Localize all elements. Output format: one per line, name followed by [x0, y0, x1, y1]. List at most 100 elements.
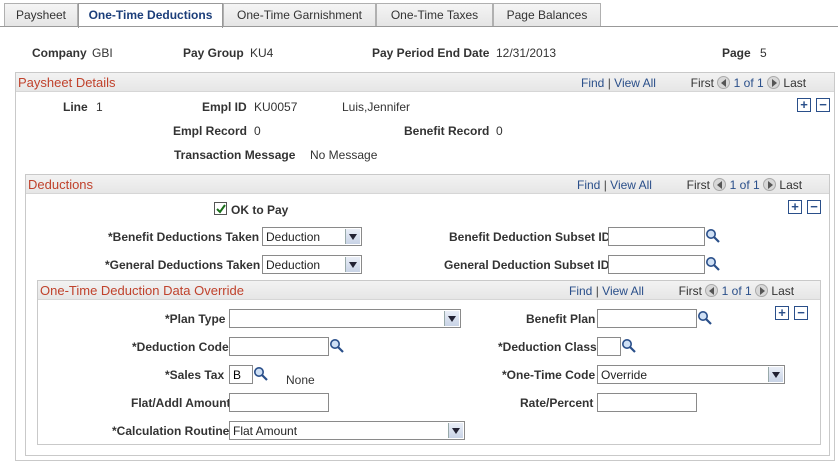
- search-icon[interactable]: [697, 310, 713, 326]
- delete-row-button[interactable]: −: [816, 98, 830, 112]
- last-label: Last: [771, 284, 795, 298]
- benefit-deductions-taken-select[interactable]: Deduction: [262, 227, 362, 246]
- chevron-down-icon: [768, 367, 783, 382]
- tab-paysheet[interactable]: Paysheet: [4, 3, 78, 27]
- deduction-code-input[interactable]: [229, 337, 329, 356]
- chevron-down-icon: [448, 423, 463, 438]
- tab-one-time-garnishment[interactable]: One-Time Garnishment: [223, 3, 376, 27]
- add-deduction-button[interactable]: +: [788, 200, 802, 214]
- search-icon[interactable]: [621, 338, 637, 354]
- general-deductions-taken-label: *General Deductions Taken: [105, 258, 261, 272]
- calculation-routine-label: *Calculation Routine: [112, 424, 230, 438]
- general-deductions-taken-select[interactable]: Deduction: [262, 255, 362, 274]
- override-title: One-Time Deduction Data Override: [40, 283, 244, 298]
- calculation-routine-select[interactable]: Flat Amount: [229, 421, 465, 440]
- transaction-message-value: No Message: [310, 148, 378, 162]
- row-counter: 1 of 1: [721, 284, 752, 298]
- benefit-deduction-subset-input[interactable]: [608, 227, 705, 246]
- previous-icon[interactable]: [717, 76, 731, 89]
- general-deduction-subset-label: General Deduction Subset ID: [444, 258, 610, 272]
- previous-icon[interactable]: [713, 178, 727, 191]
- empl-record-label: Empl Record: [173, 124, 248, 138]
- first-label: First: [686, 178, 710, 192]
- ok-to-pay-label: OK to Pay: [231, 203, 289, 217]
- next-icon[interactable]: [763, 178, 777, 191]
- override-header: One-Time Deduction Data Override Find | …: [38, 281, 820, 300]
- rate-percent-input[interactable]: [597, 393, 697, 412]
- deduction-class-input[interactable]: [597, 337, 621, 356]
- company-value: GBI: [92, 46, 113, 60]
- plan-type-label: *Plan Type: [165, 312, 226, 326]
- company-label: Company: [32, 46, 87, 60]
- delete-override-button[interactable]: −: [794, 306, 808, 320]
- transaction-message-label: Transaction Message: [174, 148, 296, 162]
- empl-id-label: Empl ID: [202, 100, 247, 114]
- override-nav: Find | View All First 1 of 1 Last: [569, 284, 795, 298]
- page-label: Page: [722, 46, 751, 60]
- flat-addl-amount-label: Flat/Addl Amount: [131, 396, 231, 410]
- empl-record-value: 0: [254, 124, 261, 138]
- first-label: First: [678, 284, 702, 298]
- deductions-title: Deductions: [28, 177, 94, 192]
- paysheet-details-title: Paysheet Details: [18, 75, 116, 90]
- ok-to-pay-checkbox[interactable]: [214, 202, 227, 215]
- benefit-record-value: 0: [496, 124, 503, 138]
- tab-page-balances[interactable]: Page Balances: [493, 3, 601, 27]
- deduction-class-label: *Deduction Class: [498, 340, 597, 354]
- search-icon[interactable]: [253, 366, 269, 382]
- deductions-header: Deductions Find | View All First 1 of 1 …: [26, 175, 829, 194]
- pay-period-end-value: 12/31/2013: [496, 46, 557, 60]
- benefit-plan-input[interactable]: [597, 309, 697, 328]
- benefit-record-label: Benefit Record: [404, 124, 490, 138]
- pay-period-end-label: Pay Period End Date: [372, 46, 490, 60]
- flat-addl-amount-input[interactable]: [229, 393, 329, 412]
- tab-one-time-deductions[interactable]: One-Time Deductions: [78, 3, 223, 28]
- search-icon[interactable]: [705, 228, 721, 244]
- add-row-button[interactable]: +: [797, 98, 811, 112]
- previous-icon[interactable]: [705, 284, 719, 297]
- benefit-deductions-taken-label: *Benefit Deductions Taken: [108, 230, 260, 244]
- tab-divider: [0, 26, 838, 27]
- row-counter: 1 of 1: [733, 76, 764, 90]
- pay-group-label: Pay Group: [183, 46, 244, 60]
- plan-type-select[interactable]: [229, 309, 461, 328]
- sales-tax-label: *Sales Tax: [165, 368, 225, 382]
- line-label: Line: [63, 100, 88, 114]
- search-icon[interactable]: [705, 256, 721, 272]
- view-all-link[interactable]: View All: [602, 284, 644, 298]
- next-icon[interactable]: [755, 284, 769, 297]
- one-time-code-label: *One-Time Code: [502, 368, 596, 382]
- chevron-down-icon: [444, 311, 459, 326]
- line-value: 1: [96, 100, 103, 114]
- search-icon[interactable]: [329, 338, 345, 354]
- last-label: Last: [779, 178, 803, 192]
- general-deduction-subset-input[interactable]: [608, 255, 705, 274]
- first-label: First: [690, 76, 714, 90]
- deductions-nav: Find | View All First 1 of 1 Last: [577, 178, 803, 192]
- find-link[interactable]: Find: [569, 284, 592, 298]
- delete-deduction-button[interactable]: −: [807, 200, 821, 214]
- sales-tax-input[interactable]: [229, 365, 253, 384]
- sales-tax-description: None: [286, 373, 315, 387]
- chevron-down-icon: [345, 257, 360, 272]
- find-link[interactable]: Find: [581, 76, 604, 90]
- next-icon[interactable]: [767, 76, 781, 89]
- add-override-button[interactable]: +: [775, 306, 789, 320]
- tab-one-time-taxes[interactable]: One-Time Taxes: [376, 3, 493, 27]
- paysheet-details-header: Paysheet Details Find | View All First 1…: [16, 73, 834, 92]
- find-link[interactable]: Find: [577, 178, 600, 192]
- deduction-code-label: *Deduction Code: [132, 340, 229, 354]
- empl-id-value: KU0057: [254, 100, 298, 114]
- one-time-code-select[interactable]: Override: [597, 365, 785, 384]
- rate-percent-label: Rate/Percent: [520, 396, 594, 410]
- chevron-down-icon: [345, 229, 360, 244]
- view-all-link[interactable]: View All: [610, 178, 652, 192]
- view-all-link[interactable]: View All: [614, 76, 656, 90]
- benefit-deduction-subset-label: Benefit Deduction Subset ID: [449, 230, 611, 244]
- employee-name: Luis,Jennifer: [342, 100, 411, 114]
- row-counter: 1 of 1: [729, 178, 760, 192]
- paysheet-nav: Find | View All First 1 of 1 Last: [581, 76, 807, 90]
- last-label: Last: [783, 76, 807, 90]
- pay-group-value: KU4: [250, 46, 274, 60]
- page-value: 5: [760, 46, 767, 60]
